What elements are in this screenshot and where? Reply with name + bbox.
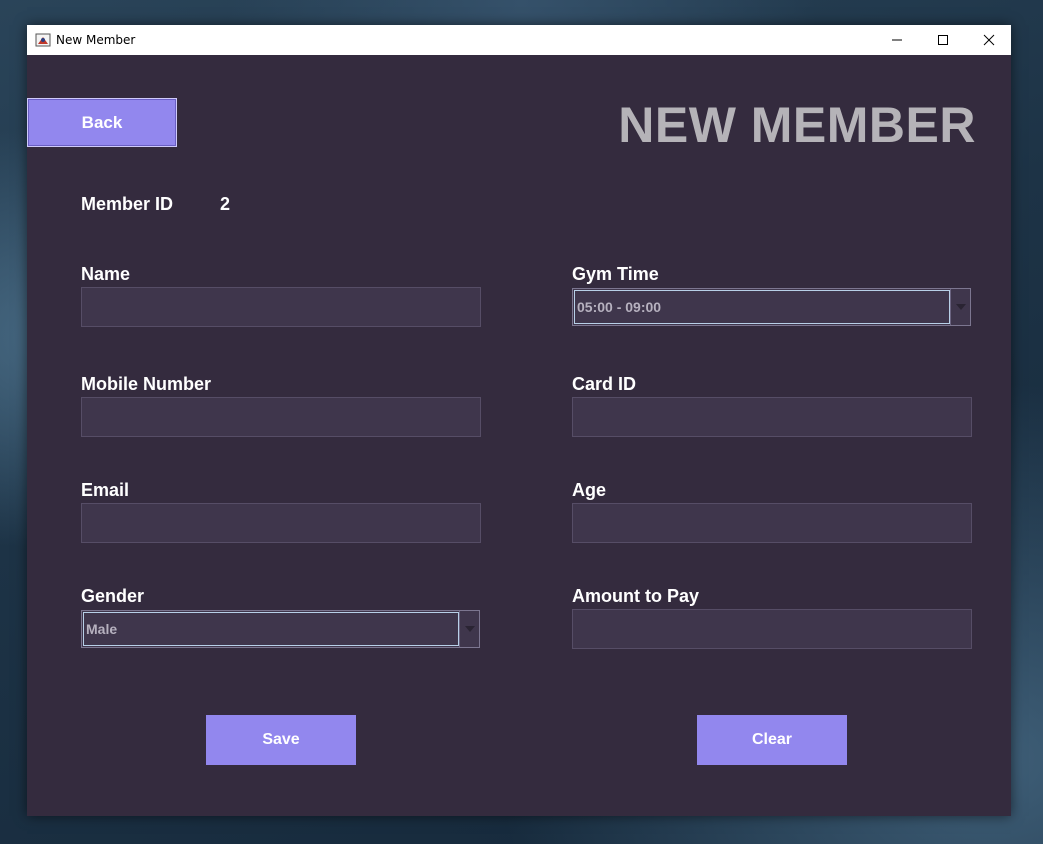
email-field[interactable]: [81, 503, 481, 543]
chevron-down-icon: [465, 626, 475, 632]
close-icon: [983, 34, 995, 46]
gym-time-dropdown-button[interactable]: [950, 289, 970, 325]
chevron-down-icon: [956, 304, 966, 310]
name-field[interactable]: [81, 287, 481, 327]
mobile-number-field[interactable]: [81, 397, 481, 437]
card-id-field[interactable]: [572, 397, 972, 437]
minimize-button[interactable]: [874, 25, 920, 55]
age-label: Age: [572, 480, 607, 500]
amount-to-pay-label: Amount to Pay: [572, 586, 700, 606]
age-field[interactable]: [572, 503, 972, 543]
card-id-label: Card ID: [572, 374, 637, 394]
window-title: New Member: [56, 33, 136, 47]
gender-selected-value: Male: [83, 612, 459, 646]
gym-time-selected-value: 05:00 - 09:00: [574, 290, 950, 324]
member-id-label: Member ID: [81, 194, 174, 214]
mobile-number-label: Mobile Number: [81, 374, 212, 394]
save-button[interactable]: Save: [206, 715, 356, 765]
maximize-icon: [938, 35, 948, 45]
gender-label: Gender: [81, 586, 145, 606]
gender-dropdown-button[interactable]: [459, 611, 479, 647]
minimize-icon: [892, 39, 902, 41]
member-id-value: 2: [220, 194, 231, 214]
close-button[interactable]: [966, 25, 1012, 55]
title-bar[interactable]: New Member: [27, 25, 1011, 55]
clear-button[interactable]: Clear: [697, 715, 847, 765]
back-button[interactable]: Back: [27, 98, 177, 147]
gender-select[interactable]: Male: [81, 610, 480, 648]
gym-time-label: Gym Time: [572, 264, 659, 284]
maximize-button[interactable]: [920, 25, 966, 55]
amount-to-pay-field[interactable]: [572, 609, 972, 649]
java-app-icon: [35, 32, 51, 48]
email-label: Email: [81, 480, 130, 500]
new-member-window: New Member Back NEW MEMBER Member ID 2 N…: [27, 25, 1011, 816]
name-label: Name: [81, 264, 131, 284]
page-title: NEW MEMBER: [618, 97, 976, 153]
gym-time-select[interactable]: 05:00 - 09:00: [572, 288, 971, 326]
